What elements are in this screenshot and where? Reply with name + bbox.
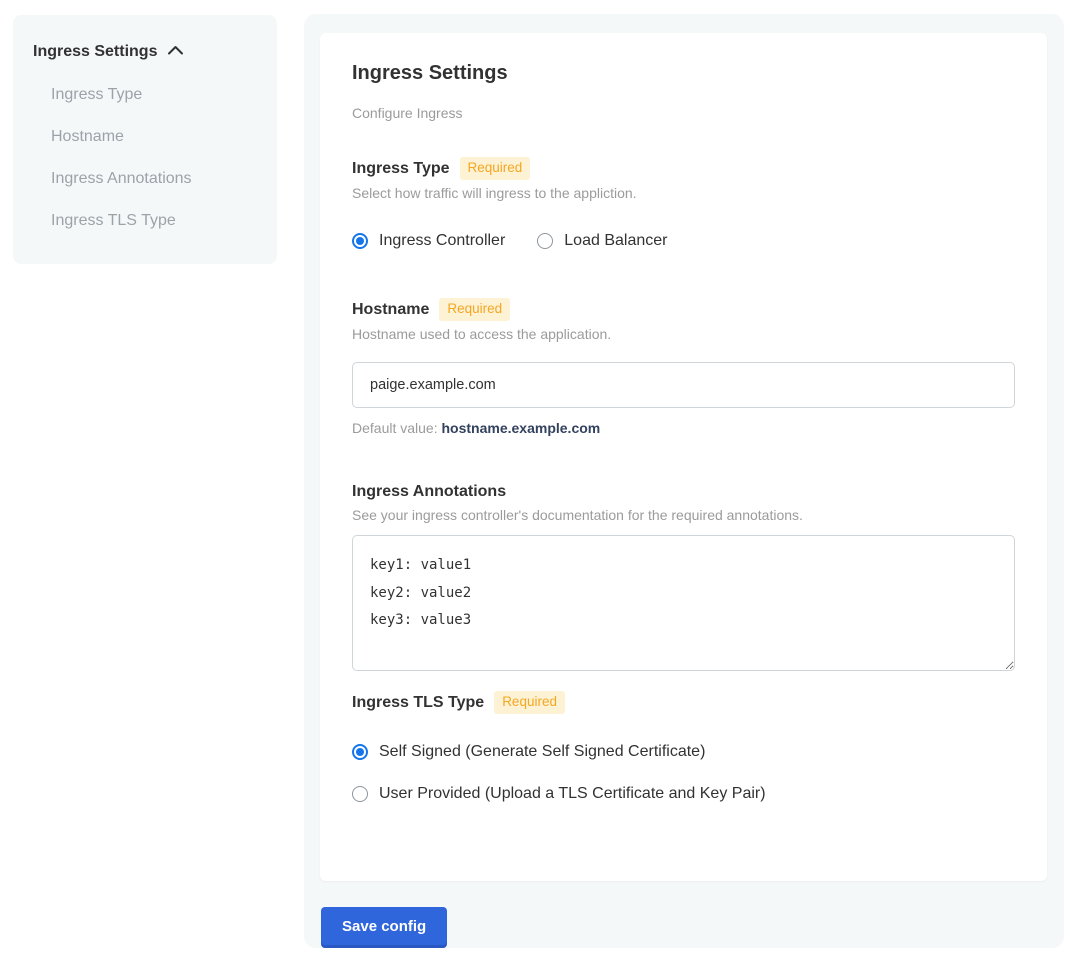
ingress-type-label: Ingress Type — [352, 159, 450, 179]
radio-unselected-icon[interactable] — [537, 233, 553, 249]
sidebar-item-hostname[interactable]: Hostname — [33, 127, 257, 147]
sidebar-item-list: Ingress Type Hostname Ingress Annotation… — [33, 85, 257, 231]
ingress-annotations-label: Ingress Annotations — [352, 482, 506, 502]
default-value-label: Default value: — [352, 420, 442, 436]
ingress-tls-radio-group: Self Signed (Generate Self Signed Certif… — [352, 742, 1015, 803]
radio-selected-icon[interactable] — [352, 744, 368, 760]
sidebar-item-ingress-tls-type[interactable]: Ingress TLS Type — [33, 211, 257, 231]
hostname-label: Hostname — [352, 300, 429, 320]
config-nav-sidebar: Ingress Settings Ingress Type Hostname I… — [13, 15, 277, 264]
radio-label: Self Signed (Generate Self Signed Certif… — [379, 742, 705, 761]
required-badge: Required — [460, 157, 531, 180]
config-group-card: Ingress Settings Configure Ingress Ingre… — [320, 33, 1047, 881]
ingress-annotations-description: See your ingress controller's documentat… — [352, 506, 1015, 525]
hostname-default-value: Default value: hostname.example.com — [352, 420, 1015, 436]
radio-option-load-balancer[interactable]: Load Balancer — [537, 231, 667, 250]
radio-option-ingress-controller[interactable]: Ingress Controller — [352, 231, 505, 250]
radio-label: Ingress Controller — [379, 231, 505, 250]
ingress-tls-type-label: Ingress TLS Type — [352, 693, 484, 713]
default-value-text: hostname.example.com — [442, 420, 601, 436]
sidebar-item-ingress-type[interactable]: Ingress Type — [33, 85, 257, 105]
section-ingress-annotations: Ingress Annotations See your ingress con… — [352, 482, 1015, 671]
save-config-button[interactable]: Save config — [321, 907, 447, 945]
radio-option-user-provided[interactable]: User Provided (Upload a TLS Certificate … — [352, 784, 1015, 803]
ingress-annotations-textarea[interactable]: key1: value1 key2: value2 key3: value3 — [352, 535, 1015, 671]
sidebar-group-label: Ingress Settings — [33, 43, 157, 61]
config-main-panel: Ingress Settings Configure Ingress Ingre… — [304, 14, 1064, 948]
required-badge: Required — [439, 298, 510, 321]
section-hostname: Hostname Required Hostname used to acces… — [352, 298, 1015, 436]
radio-option-self-signed[interactable]: Self Signed (Generate Self Signed Certif… — [352, 742, 1015, 761]
hostname-input[interactable] — [352, 362, 1015, 408]
page-title: Ingress Settings — [352, 61, 1015, 85]
radio-label: Load Balancer — [564, 231, 667, 250]
ingress-type-radio-group: Ingress Controller Load Balancer — [352, 231, 1015, 250]
sidebar-group-ingress-settings[interactable]: Ingress Settings — [33, 43, 257, 61]
ingress-type-description: Select how traffic will ingress to the a… — [352, 184, 1015, 203]
page-subtitle: Configure Ingress — [352, 105, 1015, 122]
radio-unselected-icon[interactable] — [352, 786, 368, 802]
radio-label: User Provided (Upload a TLS Certificate … — [379, 784, 766, 803]
sidebar-item-ingress-annotations[interactable]: Ingress Annotations — [33, 169, 257, 189]
section-ingress-tls-type: Ingress TLS Type Required Self Signed (G… — [352, 691, 1015, 803]
radio-selected-icon[interactable] — [352, 233, 368, 249]
required-badge: Required — [494, 691, 565, 714]
chevron-up-icon — [167, 43, 184, 61]
hostname-description: Hostname used to access the application. — [352, 325, 1015, 344]
section-ingress-type: Ingress Type Required Select how traffic… — [352, 157, 1015, 250]
